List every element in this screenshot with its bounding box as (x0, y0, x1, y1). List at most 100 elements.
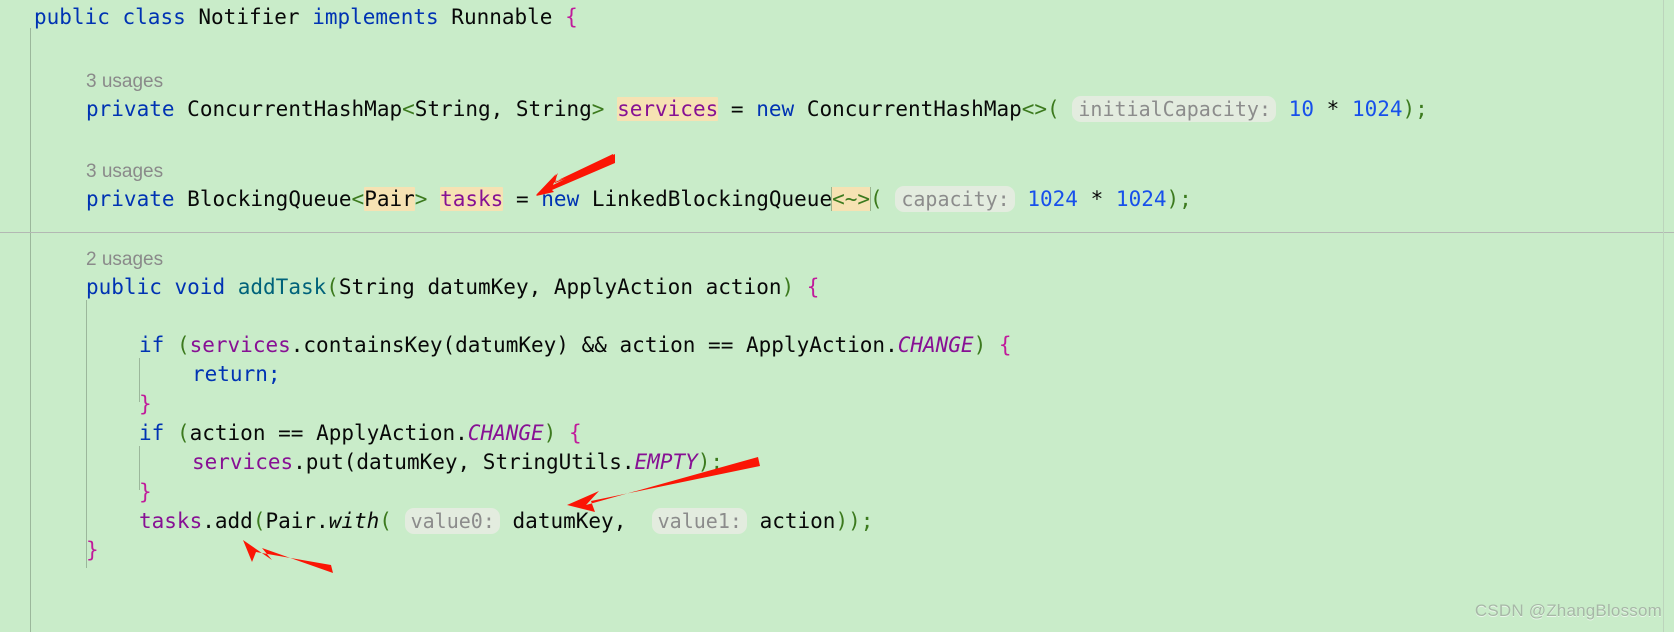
generic-open: < (351, 187, 365, 211)
const-empty: EMPTY (634, 450, 698, 474)
interface-name: Runnable (451, 5, 553, 29)
close-brace: } (139, 480, 152, 504)
generic-close: > (414, 187, 428, 211)
watermark-text: CSDN @ZhangBlossom (1474, 601, 1662, 620)
diamond-operator: <> (1021, 97, 1048, 121)
if-open-brace: { (568, 421, 582, 445)
line-class-declaration[interactable]: public class Notifier implements Runnabl… (0, 2, 578, 32)
param2-name: action (705, 275, 782, 299)
literal-1024-b: 1024 (1115, 187, 1167, 211)
dot: . (202, 509, 215, 533)
literal-1024-a: 1024 (1027, 187, 1078, 211)
arg-comma: , (613, 509, 627, 533)
literal-10: 10 (1288, 97, 1314, 121)
close-paren: ) (543, 421, 557, 445)
line-field-services[interactable]: private ConcurrentHashMap<String, String… (0, 94, 1428, 124)
close-paren: ) (781, 275, 795, 299)
class-open-brace: { (565, 5, 578, 29)
keyword-private: private (86, 97, 175, 121)
return-statement: return; (192, 362, 281, 386)
factory-method-with[interactable]: with (329, 509, 380, 533)
collapsed-generic-indicator[interactable]: <~> (832, 187, 871, 211)
close-paren-semicolon: ); (1166, 187, 1192, 211)
keyword-void: void (174, 275, 226, 299)
usages-label: 3 usages (86, 161, 164, 182)
factory-type-pair: Pair. (265, 509, 329, 533)
field-ref-services[interactable]: services (192, 450, 293, 474)
ctor-name: LinkedBlockingQueue (591, 187, 833, 211)
code-editor-view[interactable]: public class Notifier implements Runnabl… (0, 0, 1674, 632)
open-paren: ( (326, 275, 339, 299)
multiply-operator: * (1090, 187, 1104, 211)
method-name-addtask[interactable]: addTask (238, 275, 327, 299)
line-if1-close-brace[interactable]: } (0, 389, 152, 419)
keyword-public: public (86, 275, 162, 299)
field-name-tasks[interactable]: tasks (440, 187, 504, 211)
enum-const-change: CHANGE (897, 333, 974, 357)
keyword-new: new (541, 187, 580, 211)
generic-arg-pair[interactable]: Pair (364, 187, 415, 211)
usages-label: 2 usages (86, 249, 164, 270)
equals-operator: == (708, 333, 734, 357)
enum-type-applyaction: ApplyAction. (746, 333, 898, 357)
field-services-type-base: ConcurrentHashMap (187, 97, 403, 121)
keyword-new: new (756, 97, 795, 121)
generic-args: String, String (414, 97, 592, 121)
open-paren: ( (252, 509, 266, 533)
line-method-close-brace[interactable]: } (0, 535, 99, 565)
generic-close: > (591, 97, 605, 121)
code-content[interactable]: public class Notifier implements Runnabl… (0, 0, 1674, 632)
field-name-services[interactable]: services (617, 97, 719, 121)
open-paren: ( (1047, 97, 1060, 121)
field-ref-tasks[interactable]: tasks (139, 509, 202, 533)
line-if-services-contains[interactable]: if (services.containsKey(datumKey) && ac… (0, 330, 1012, 360)
multiply-operator: * (1326, 97, 1340, 121)
call-containskey: .containsKey(datumKey) (290, 333, 569, 357)
param1-type: String (338, 275, 415, 299)
open-paren: ( (176, 421, 190, 445)
line-return[interactable]: return; (0, 359, 281, 389)
generic-open: < (402, 97, 415, 121)
param-hint-value1: value1: (651, 508, 747, 534)
arg-datumkey: datumKey (512, 509, 614, 533)
enum-type-applyaction: ApplyAction. (316, 421, 468, 445)
keyword-implements: implements (312, 5, 439, 29)
line-field-tasks[interactable]: private BlockingQueue<Pair> tasks = new … (0, 184, 1192, 214)
call-add[interactable]: add (215, 509, 253, 533)
close-paren-semicolon: ); (1402, 97, 1428, 121)
param-hint-capacity: capacity: (895, 186, 1015, 212)
param1-name: datumKey (427, 275, 529, 299)
close-paren: ) (973, 333, 987, 357)
param2-type: ApplyAction (553, 275, 693, 299)
keyword-if: if (139, 333, 165, 357)
keyword-class: class (122, 5, 186, 29)
open-paren: ( (176, 333, 190, 357)
keyword-if: if (139, 421, 165, 445)
param-hint-value0: value0: (404, 508, 500, 534)
assign-operator: = (730, 97, 744, 121)
usages-label: 3 usages (86, 71, 164, 92)
if-open-brace: { (998, 333, 1012, 357)
field-tasks-type-base: BlockingQueue (187, 187, 352, 211)
line-services-put[interactable]: services.put(datumKey, StringUtils.EMPTY… (0, 447, 723, 477)
line-tasks-add[interactable]: tasks.add(Pair.with( value0: datumKey, v… (0, 506, 873, 536)
literal-1024: 1024 (1351, 97, 1403, 121)
keyword-private: private (86, 187, 175, 211)
factory-open-paren: ( (379, 509, 392, 533)
field-ref-services[interactable]: services (190, 333, 291, 357)
close-brace: } (86, 538, 99, 562)
equals-operator: == (278, 421, 304, 445)
var-action: action (619, 333, 696, 357)
usages-hint-services[interactable]: 3 usages (0, 65, 163, 95)
class-name: Notifier (198, 5, 300, 29)
param-hint-initialCapacity: initialCapacity: (1072, 96, 1277, 122)
and-operator: && (581, 333, 607, 357)
line-if-action-change[interactable]: if (action == ApplyAction.CHANGE) { (0, 418, 582, 448)
close-paren-semicolon: ); (697, 450, 724, 474)
line-method-addtask-signature[interactable]: public void addTask(String datumKey, App… (0, 272, 819, 302)
close-brace: } (139, 392, 152, 416)
close-parens-semicolon: )); (835, 509, 874, 533)
usages-hint-tasks[interactable]: 3 usages (0, 155, 163, 185)
line-if2-close-brace[interactable]: } (0, 477, 152, 507)
usages-hint-addtask[interactable]: 2 usages (0, 243, 163, 273)
